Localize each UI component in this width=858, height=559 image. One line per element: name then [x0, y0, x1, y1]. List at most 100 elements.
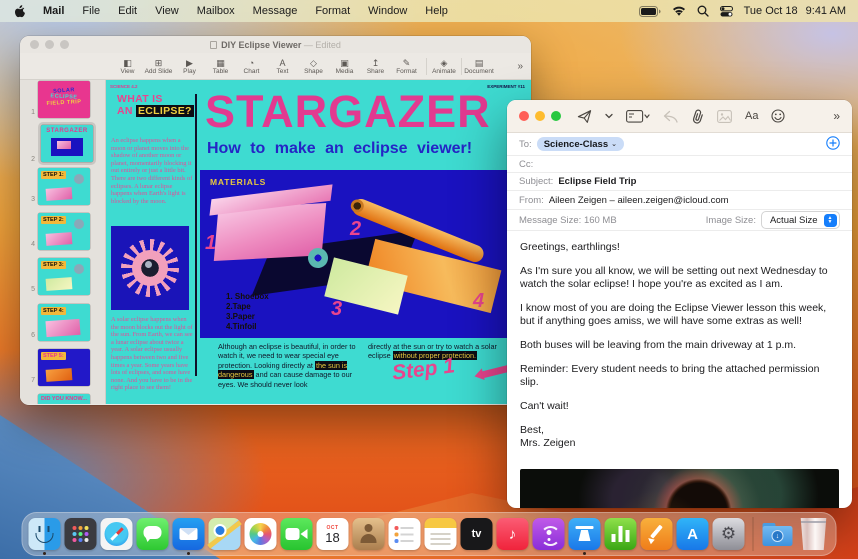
- menu-item[interactable]: Message: [253, 5, 298, 17]
- toolbar-button[interactable]: ↥ Share: [360, 58, 391, 75]
- dock-icon-trash[interactable]: [800, 518, 827, 550]
- menu-item[interactable]: Window: [368, 5, 407, 17]
- body-paragraph: Reminder: Every student needs to bring t…: [520, 363, 820, 388]
- toolbar-button[interactable]: ◇ Shape: [298, 58, 329, 75]
- menu-bar: Mail File Edit View Mailbox Message Format Wind…: [0, 0, 858, 22]
- control-center-icon[interactable]: [719, 5, 733, 17]
- toolbar-button-label: Add Slide: [144, 67, 173, 75]
- slide-thumbnail-row[interactable]: DID YOU KNOW...: [20, 394, 105, 404]
- toolbar-button[interactable]: ▶ Play: [174, 58, 205, 75]
- dock-icon-pages[interactable]: [640, 518, 673, 550]
- dock-icon-contacts[interactable]: [352, 518, 385, 550]
- dock-icon-notes[interactable]: [424, 518, 457, 550]
- recipient-token[interactable]: Science-Class ⌄: [536, 137, 624, 151]
- image-size-select[interactable]: Actual Size ▲ ▼: [760, 211, 840, 229]
- slide-thumbnail-row[interactable]: 3 STEP 1:: [20, 168, 105, 205]
- toolbar-button-label: View: [120, 67, 135, 75]
- slide-subtitle: How to make an eclipse viewer!: [207, 140, 473, 157]
- dock-icon-reminders[interactable]: [388, 518, 421, 550]
- message-body[interactable]: Greetings, earthlings! As I'm sure you al…: [507, 231, 852, 467]
- attach-icon[interactable]: [691, 109, 704, 124]
- toolbar-button[interactable]: ◧ View: [112, 58, 143, 75]
- dock-icon-podcasts[interactable]: [532, 518, 565, 550]
- emoji-icon[interactable]: [771, 109, 786, 123]
- send-options-chevron-icon[interactable]: [605, 113, 613, 119]
- slide-canvas[interactable]: SCIENCE 4.2 EXPERIMENT #11 WHAT IS AN EC…: [106, 80, 531, 404]
- menu-item[interactable]: Edit: [118, 5, 137, 17]
- search-icon[interactable]: [697, 5, 709, 17]
- add-recipient-button[interactable]: [826, 135, 840, 153]
- toolbar-button[interactable]: ▦ Table: [205, 58, 236, 75]
- dock-icon-finder[interactable]: [28, 518, 61, 555]
- slide-thumbnail-row[interactable]: 6 STEP 4:: [20, 304, 105, 341]
- from-field[interactable]: From: Aileen Zeigen – aileen.zeigen@iclo…: [507, 191, 852, 210]
- cc-field[interactable]: Cc:: [507, 156, 852, 173]
- dock-icon-tv[interactable]: tv: [460, 518, 493, 550]
- menu-item[interactable]: File: [82, 5, 100, 17]
- slide-thumbnail-6[interactable]: STEP 4:: [38, 304, 90, 341]
- menu-item[interactable]: Help: [425, 5, 448, 17]
- slide-thumbnail-row[interactable]: 7 STEP 5:: [20, 349, 105, 386]
- dock-icon-calendar[interactable]: OCT 18: [316, 518, 349, 550]
- dock-icon-keynote[interactable]: [568, 518, 601, 555]
- dock-icon-launchpad[interactable]: [64, 518, 97, 550]
- slide-thumbnail-row[interactable]: 1 SOLAR ECLIPSE FIELD TRIP: [20, 81, 105, 118]
- body-paragraph: As I'm sure you all know, we will be set…: [520, 265, 828, 290]
- menu-clock[interactable]: Tue Oct 18 9:41 AM: [744, 5, 846, 17]
- toolbar-button[interactable]: ⊞ Add Slide: [143, 58, 174, 75]
- slide-thumbnail-2-selected[interactable]: STARGAZER: [41, 125, 93, 162]
- wifi-icon[interactable]: [672, 6, 686, 17]
- toolbar-button[interactable]: ✎ Format: [391, 58, 422, 75]
- toolbar-button[interactable]: ◈ Animate: [426, 57, 457, 75]
- slide-thumbnail-row[interactable]: 5 STEP 3:: [20, 258, 105, 295]
- slide-thumbnail-4[interactable]: STEP 2:: [38, 213, 90, 250]
- slide-thumbnail-row[interactable]: 2 STARGAZER: [20, 122, 105, 165]
- slide-thumbnail-8[interactable]: DID YOU KNOW...: [38, 394, 90, 404]
- subject-field[interactable]: Subject: Eclipse Field Trip: [507, 173, 852, 191]
- toolbar-button-label: Chart: [243, 67, 260, 75]
- slide-thumbnail-7[interactable]: STEP 5:: [38, 349, 90, 386]
- toolbar-button-label: Shape: [304, 67, 323, 75]
- dock-icon-photos[interactable]: [244, 518, 277, 550]
- dock-icon-downloads[interactable]: ↓: [762, 518, 794, 550]
- dock-icon-system-settings[interactable]: ⚙: [712, 518, 745, 550]
- slide-thumbnail-1[interactable]: SOLAR ECLIPSE FIELD TRIP: [38, 81, 90, 118]
- menu-item[interactable]: Format: [315, 5, 350, 17]
- slide-navigator[interactable]: 1 SOLAR ECLIPSE FIELD TRIP 2 STARGAZER 3…: [20, 80, 106, 404]
- header-fields-icon[interactable]: [626, 109, 650, 123]
- toolbar-button[interactable]: A Text: [267, 58, 298, 75]
- cc-label: Cc:: [519, 158, 534, 170]
- format-text-icon[interactable]: Aa: [745, 110, 758, 122]
- mail-toolbar[interactable]: Aa »: [507, 100, 852, 133]
- toolbar-button-label: Table: [212, 67, 229, 75]
- send-icon[interactable]: [577, 109, 592, 124]
- battery-icon[interactable]: [638, 5, 661, 17]
- dock-icon-maps[interactable]: [208, 518, 241, 550]
- toolbar-button[interactable]: ▣ Media: [329, 58, 360, 75]
- keynote-titlebar[interactable]: DIY Eclipse Viewer — Edited: [20, 36, 531, 53]
- menu-item[interactable]: Mailbox: [197, 5, 235, 17]
- to-field[interactable]: To: Science-Class ⌄: [507, 133, 852, 156]
- dock-icon-numbers[interactable]: [604, 518, 637, 550]
- dock-icon-app-store[interactable]: A: [676, 518, 709, 550]
- dock-icon-mail[interactable]: [172, 518, 205, 555]
- window-controls[interactable]: [519, 111, 561, 121]
- toolbar-button-icon: ⊞: [154, 57, 163, 68]
- menu-item[interactable]: View: [155, 5, 179, 17]
- toolbar-button[interactable]: ◔ Chart: [236, 58, 267, 75]
- dock-icon-facetime[interactable]: [280, 518, 313, 550]
- eclipse-photo-attachment[interactable]: [520, 469, 839, 508]
- materials-list-item: 2.Tape: [226, 302, 251, 311]
- dock-icon-messages[interactable]: [136, 518, 169, 550]
- slide-number: 6: [31, 332, 35, 339]
- dock-icon-music[interactable]: ♪: [496, 518, 529, 550]
- toolbar-overflow-button[interactable]: »: [517, 61, 523, 72]
- apple-menu-icon[interactable]: [12, 4, 25, 19]
- slide-thumbnail-row[interactable]: 4 STEP 2:: [20, 213, 105, 250]
- menu-item[interactable]: Mail: [43, 5, 64, 17]
- dock-icon-safari[interactable]: [100, 518, 133, 550]
- toolbar-button[interactable]: ▤ Document: [461, 57, 494, 75]
- more-icon[interactable]: »: [833, 109, 840, 123]
- slide-thumbnail-3[interactable]: STEP 1:: [38, 168, 90, 205]
- slide-thumbnail-5[interactable]: STEP 3:: [38, 258, 90, 295]
